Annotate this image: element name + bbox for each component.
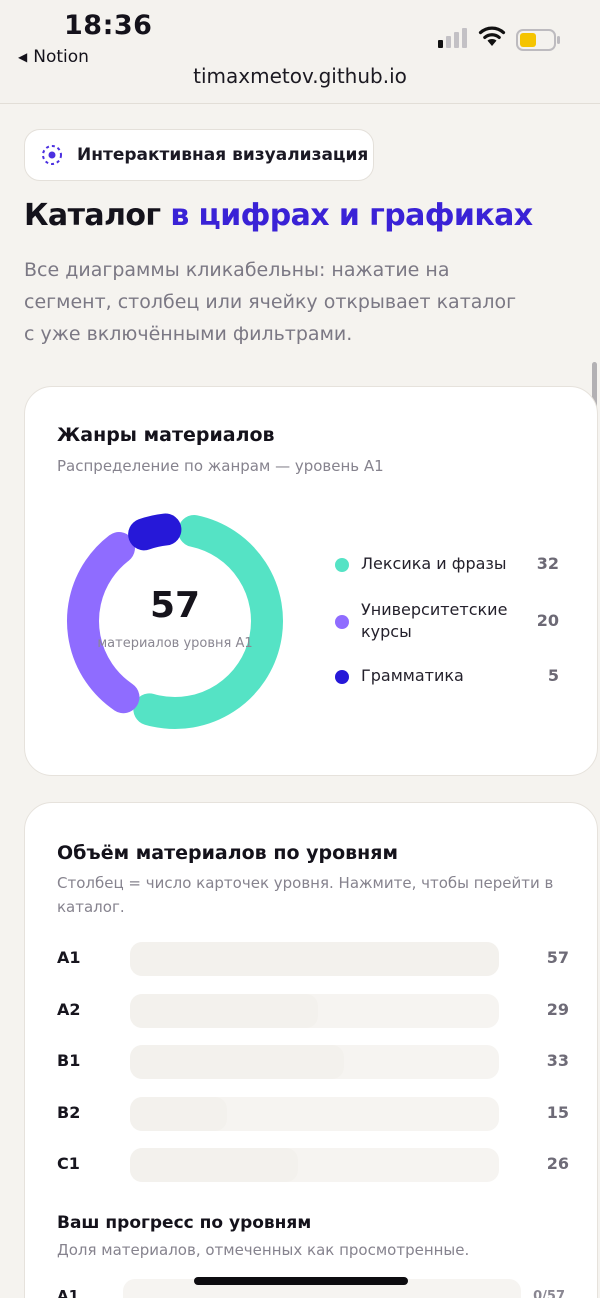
level-bar-track[interactable] (130, 1045, 499, 1079)
legend-swatch (335, 558, 349, 572)
level-value: 26 (546, 1154, 569, 1173)
level-bar-row[interactable]: B1 33 (57, 1045, 569, 1079)
progress-title: Ваш прогресс по уровням (57, 1213, 312, 1233)
genres-card: Жанры материалов Распределение по жанрам… (24, 386, 598, 776)
levels-subtitle: Столбец = число карточек уровня. Нажмите… (57, 874, 554, 916)
progress-level-label: A1 (57, 1287, 80, 1298)
page-description: Все диаграммы кликабельны: нажатие на се… (24, 259, 517, 345)
battery-icon (516, 29, 560, 51)
title-accent: в цифрах и графиках (170, 198, 533, 233)
levels-title: Объём материалов по уровням (57, 842, 399, 864)
level-bar-fill (130, 1045, 344, 1079)
level-bar-track[interactable] (130, 942, 499, 976)
level-bar-fill (130, 1148, 299, 1182)
level-bar-track[interactable] (130, 1096, 499, 1131)
spinner-icon (42, 145, 62, 165)
level-bar-track[interactable] (130, 1148, 499, 1182)
level-label: B2 (57, 1102, 81, 1122)
progress-subtitle: Доля материалов, отмеченных как просмотр… (57, 1241, 470, 1259)
legend-value: 20 (536, 611, 559, 630)
page-title: Каталог в цифрах и графиках (24, 198, 533, 233)
clock: 18:36 (64, 10, 153, 41)
level-bar-track[interactable] (130, 993, 499, 1028)
genres-subtitle: Распределение по жанрам — уровень A1 (57, 457, 384, 475)
level-value: 33 (546, 1051, 569, 1070)
level-bar-fill (130, 993, 318, 1028)
donut-total: 57 (149, 585, 201, 626)
level-label: A2 (57, 999, 81, 1019)
wifi-icon (478, 26, 506, 46)
cellular-signal-icon (438, 28, 467, 48)
level-bar-row[interactable]: A1 57 (57, 942, 569, 976)
progress-value: 0/57 (533, 1289, 565, 1298)
donut-caption: материалов уровня A1 (97, 636, 253, 651)
interactive-badge: Интерактивная визуализация (24, 129, 374, 181)
level-bar-row[interactable]: C1 26 (57, 1148, 569, 1182)
legend-value: 5 (547, 666, 559, 685)
level-label: A1 (57, 948, 81, 967)
url-bar[interactable]: timaxmetov.github.io (0, 64, 600, 88)
level-bar-fill (130, 942, 499, 976)
genres-title: Жанры материалов (57, 424, 275, 446)
level-bar-row[interactable]: B2 15 (57, 1096, 569, 1131)
level-value: 57 (546, 948, 569, 967)
legend-value: 32 (536, 554, 559, 573)
page: 18:36 ◀ Notion timaxmetov.github.io Инте… (0, 0, 600, 1298)
legend-swatch (335, 615, 349, 629)
badge-label: Интерактивная визуализация (77, 145, 369, 165)
level-bar-fill (130, 1096, 228, 1131)
title-plain: Каталог (24, 198, 161, 233)
level-value: 29 (546, 999, 569, 1019)
level-bar-row[interactable]: A2 29 (57, 993, 569, 1028)
browser-status-bar: 18:36 ◀ Notion timaxmetov.github.io (0, 0, 600, 104)
legend-label: Университетские курсы (361, 600, 508, 641)
levels-card: Объём материалов по уровням Столбец = чи… (24, 802, 598, 1298)
legend-swatch (335, 670, 349, 684)
legend-label: Грамматика (361, 666, 464, 685)
level-value: 15 (546, 1102, 569, 1122)
back-arrow-icon: ◀ (18, 50, 28, 64)
level-label: B1 (57, 1051, 81, 1070)
legend-label: Лексика и фразы (361, 554, 507, 573)
level-label: C1 (57, 1154, 80, 1173)
home-indicator (194, 1277, 408, 1285)
